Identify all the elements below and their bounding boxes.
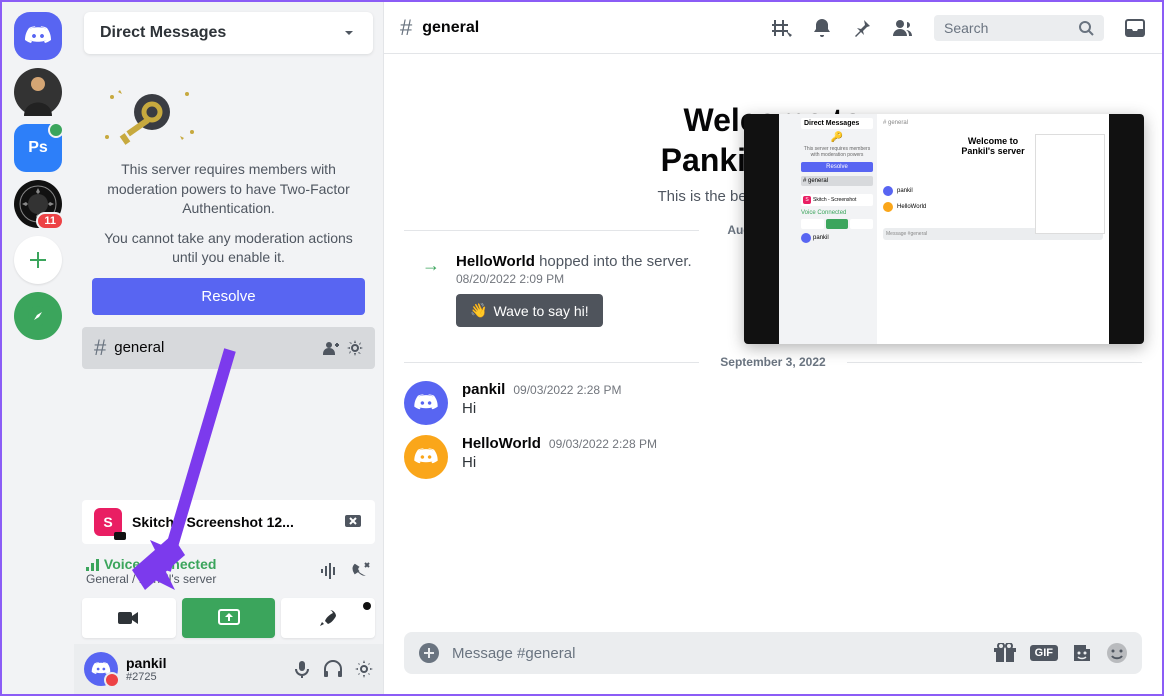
voice-action-buttons — [74, 592, 383, 644]
message-input[interactable]: Message #general GIF — [404, 632, 1142, 674]
discord-logo-icon — [91, 661, 111, 677]
channel-sidebar: Direct Messages This server requires mem… — [74, 2, 384, 694]
pip-preview-content: Direct Messages 🔑 This server requires m… — [779, 114, 1109, 344]
resolve-button[interactable]: Resolve — [92, 278, 365, 315]
rocket-icon — [318, 608, 338, 628]
bell-icon[interactable] — [812, 17, 832, 39]
search-input[interactable]: Search — [934, 15, 1104, 41]
discord-logo-icon — [24, 26, 52, 46]
threads-icon[interactable] — [770, 17, 792, 39]
channel-item-general[interactable]: # general — [82, 327, 375, 369]
dm-header-label: Direct Messages — [100, 24, 226, 42]
home-server-button[interactable] — [14, 12, 62, 60]
gif-button[interactable]: GIF — [1030, 645, 1058, 661]
channel-name: general — [114, 339, 164, 356]
hash-icon: # — [400, 15, 412, 41]
activity-button[interactable] — [281, 598, 375, 638]
message-row: pankil 09/03/2022 2:28 PM Hi — [404, 381, 1142, 425]
inbox-icon[interactable] — [1124, 18, 1146, 38]
message-author[interactable]: HelloWorld — [462, 435, 541, 452]
members-icon[interactable] — [892, 18, 914, 38]
disconnect-call-icon[interactable] — [351, 561, 371, 581]
message-timestamp: 09/03/2022 2:28 PM — [549, 437, 657, 451]
sticker-icon[interactable] — [1072, 643, 1092, 663]
video-camera-icon — [118, 610, 140, 626]
mod-text-1: This server requires members with modera… — [92, 160, 365, 219]
plus-icon — [28, 250, 48, 270]
emoji-icon[interactable] — [1106, 642, 1128, 664]
settings-gear-icon[interactable] — [355, 660, 373, 678]
notification-dot-icon — [363, 602, 371, 610]
server-item-ps[interactable]: Ps — [14, 124, 62, 172]
signal-icon — [86, 559, 100, 571]
dm-header-dropdown[interactable]: Direct Messages — [84, 12, 373, 54]
screen-share-icon — [218, 609, 240, 627]
input-placeholder: Message #general — [452, 645, 982, 662]
voice-status-panel: Voice Connected General / Pankil's serve… — [74, 550, 383, 592]
voice-user-avatar: S — [94, 508, 122, 536]
message-text: Hi — [462, 454, 657, 471]
video-button[interactable] — [82, 598, 176, 638]
pin-icon[interactable] — [852, 18, 872, 38]
username: pankil — [126, 655, 166, 671]
headphones-icon[interactable] — [323, 660, 343, 678]
voice-user-name: Skitch - Screenshot 12... — [132, 514, 333, 530]
join-arrow-icon: → — [404, 255, 440, 276]
chat-main: # general Search Welcome toPankil's serv… — [384, 2, 1162, 694]
server-item-user[interactable] — [14, 68, 62, 116]
explore-servers-button[interactable] — [14, 292, 62, 340]
search-icon — [1078, 20, 1094, 36]
date-divider: September 3, 2022 — [404, 355, 1142, 369]
wave-button[interactable]: 👋 Wave to say hi! — [456, 294, 603, 327]
gear-icon[interactable] — [347, 340, 363, 356]
moderation-notice: This server requires members with modera… — [74, 64, 383, 325]
screen-share-pip[interactable]: Direct Messages 🔑 This server requires m… — [744, 114, 1144, 344]
chevron-down-icon — [341, 25, 357, 41]
screen-x-icon[interactable] — [343, 512, 363, 532]
server-label: Ps — [28, 139, 48, 157]
gift-icon[interactable] — [994, 643, 1016, 663]
chat-body: Welcome toPankil's server This is the be… — [384, 54, 1162, 632]
user-panel: pankil #2725 — [74, 644, 383, 694]
screen-share-button[interactable] — [182, 598, 276, 638]
notification-badge: 11 — [36, 212, 64, 230]
server-item-fifa[interactable]: 11 — [14, 180, 62, 228]
message-timestamp: 09/03/2022 2:28 PM — [513, 383, 621, 397]
compass-icon — [27, 305, 49, 327]
hash-icon: # — [94, 335, 106, 361]
avatar-icon — [14, 68, 62, 116]
avatar[interactable] — [404, 381, 448, 425]
server-list: Ps 11 — [2, 2, 74, 694]
message-row: HelloWorld 09/03/2022 2:28 PM Hi — [404, 435, 1142, 479]
attach-plus-icon[interactable] — [418, 642, 440, 664]
user-avatar[interactable] — [84, 652, 118, 686]
add-server-button[interactable] — [14, 236, 62, 284]
system-timestamp: 08/20/2022 2:09 PM — [456, 272, 692, 286]
channel-title: general — [422, 19, 479, 37]
voice-connected-label: Voice Connected — [86, 556, 216, 572]
user-tag: #2725 — [126, 671, 166, 683]
chat-header: # general Search — [384, 2, 1162, 54]
voice-user-row[interactable]: S Skitch - Screenshot 12... — [82, 500, 375, 544]
mic-icon[interactable] — [293, 660, 311, 678]
avatar[interactable] — [404, 435, 448, 479]
online-badge-icon — [48, 122, 64, 138]
noise-suppress-icon[interactable] — [319, 561, 339, 581]
key-art-icon — [92, 82, 365, 152]
voice-channel-path: General / Pankil's server — [86, 572, 216, 586]
message-text: Hi — [462, 400, 621, 417]
message-author[interactable]: pankil — [462, 381, 505, 398]
add-member-icon[interactable] — [323, 340, 339, 356]
mod-text-2: You cannot take any moderation actions u… — [92, 229, 365, 268]
search-placeholder: Search — [944, 20, 988, 36]
